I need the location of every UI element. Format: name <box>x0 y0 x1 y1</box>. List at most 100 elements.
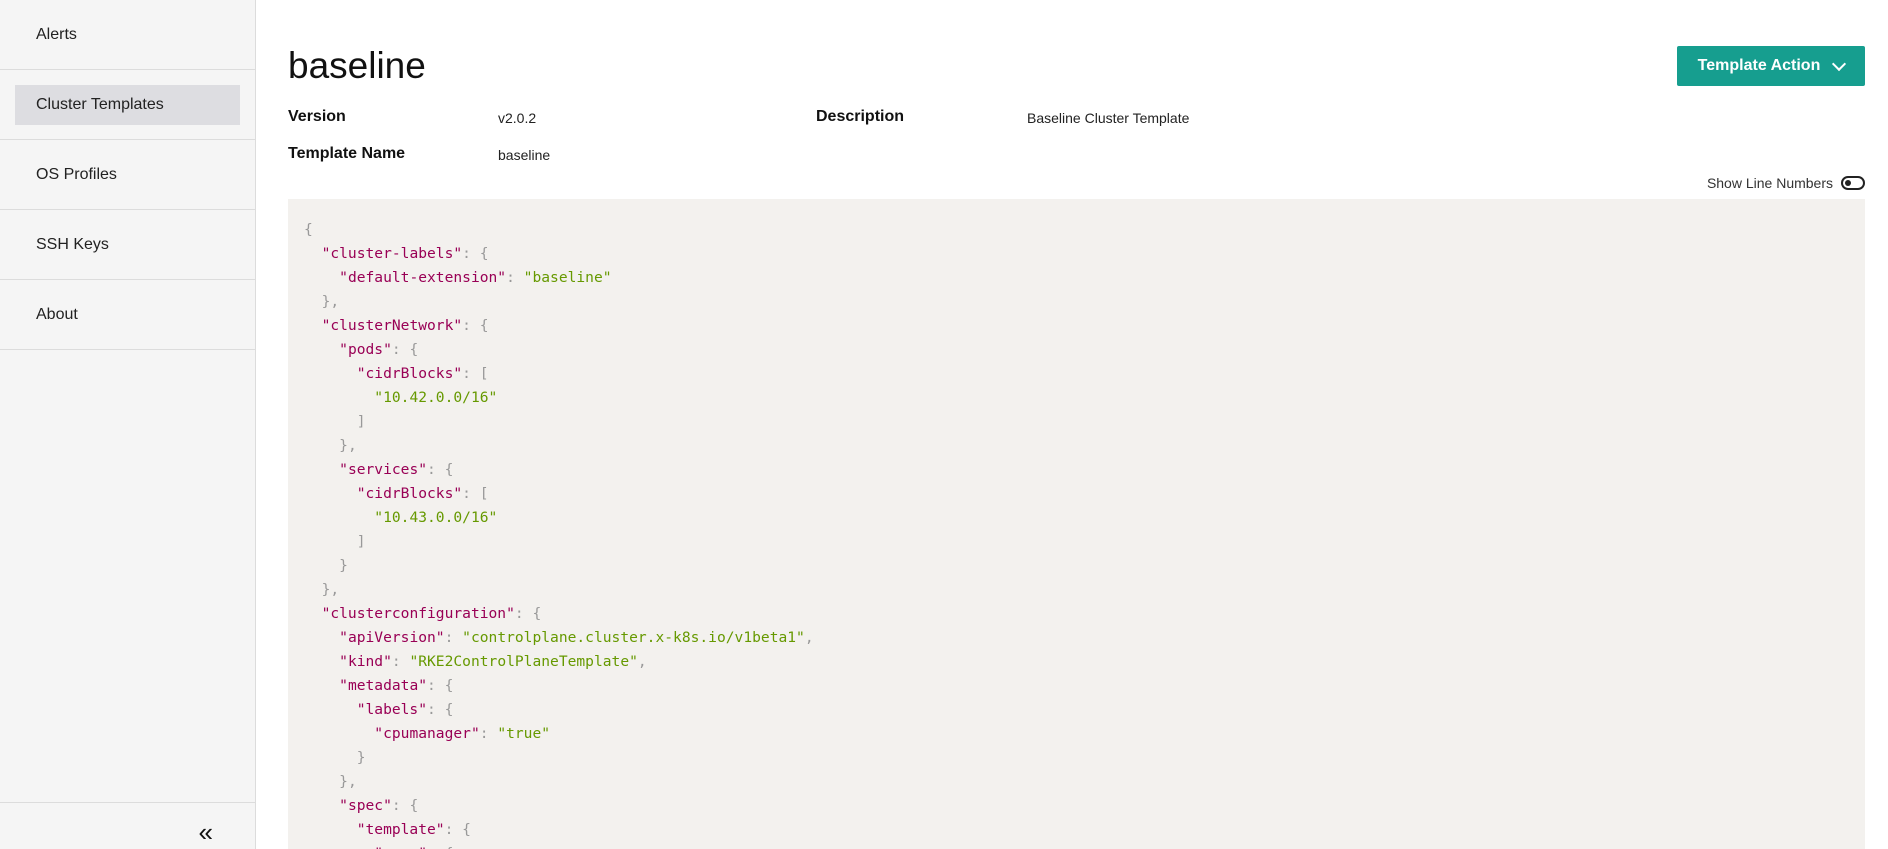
code-punct: : { <box>391 341 419 358</box>
code-punct: : <box>479 725 498 742</box>
code-line: }, <box>304 434 1865 458</box>
code-line: }, <box>304 770 1865 794</box>
code-key: "spec" <box>339 797 392 814</box>
code-line: "spec": { <box>304 794 1865 818</box>
code-punct <box>304 605 322 622</box>
sidebar-item-label: SSH Keys <box>36 235 109 253</box>
collapse-sidebar-icon[interactable]: « <box>199 819 213 845</box>
code-string: "10.43.0.0/16" <box>374 509 498 526</box>
code-punct: : <box>391 653 410 670</box>
sidebar: Alerts Cluster Templates OS Profiles SSH… <box>0 0 256 849</box>
code-key: "spec" <box>374 845 427 849</box>
page-title: baseline <box>288 45 426 86</box>
code-string: "10.42.0.0/16" <box>374 389 498 406</box>
sidebar-item-label: Alerts <box>36 25 77 43</box>
code-line: "pods": { <box>304 338 1865 362</box>
main-content: baseline Template Action Version v2.0.2 … <box>288 0 1865 849</box>
sidebar-footer: « <box>0 802 255 849</box>
code-punct <box>304 317 322 334</box>
code-key: "pods" <box>339 341 392 358</box>
code-punct: }, <box>339 773 357 790</box>
code-punct: : { <box>514 605 542 622</box>
code-punct: } <box>339 557 348 574</box>
sidebar-item-cluster-templates[interactable]: Cluster Templates <box>0 70 255 140</box>
code-punct: : [ <box>462 365 489 382</box>
code-key: "cpumanager" <box>374 725 480 742</box>
code-line: "10.43.0.0/16" <box>304 506 1865 530</box>
code-string: "controlplane.cluster.x-k8s.io/v1beta1" <box>462 629 805 646</box>
description-label: Description <box>816 108 905 125</box>
code-line: "cpumanager": "true" <box>304 722 1865 746</box>
code-punct: : { <box>427 461 454 478</box>
code-key: "labels" <box>356 701 428 718</box>
code-line: "services": { <box>304 458 1865 482</box>
sidebar-item-os-profiles[interactable]: OS Profiles <box>0 140 255 210</box>
code-key: "cluster-labels" <box>321 245 463 262</box>
code-punct: ] <box>356 413 366 430</box>
sidebar-item-about[interactable]: About <box>0 280 255 350</box>
template-name-value: baseline <box>498 147 551 163</box>
code-punct: : <box>444 629 463 646</box>
template-name-label: Template Name <box>288 145 406 162</box>
code-line: "spec": { <box>304 842 1865 849</box>
sidebar-item-ssh-keys[interactable]: SSH Keys <box>0 210 255 280</box>
code-punct <box>304 749 357 766</box>
code-content: { "cluster-labels": { "default-extension… <box>288 199 1865 849</box>
code-punct <box>304 365 357 382</box>
code-line: ] <box>304 530 1865 554</box>
code-string: "true" <box>497 725 551 742</box>
code-line: "cluster-labels": { <box>304 242 1865 266</box>
code-line: "cidrBlocks": [ <box>304 362 1865 386</box>
code-line: }, <box>304 290 1865 314</box>
show-line-numbers-toggle[interactable] <box>1841 176 1865 190</box>
code-punct <box>304 821 357 838</box>
code-line: "default-extension": "baseline" <box>304 266 1865 290</box>
code-key: "template" <box>356 821 445 838</box>
code-punct <box>304 245 322 262</box>
code-punct <box>304 845 374 849</box>
code-punct <box>304 269 339 286</box>
description-value: Baseline Cluster Template <box>1027 110 1190 126</box>
code-punct: { <box>304 221 313 238</box>
code-punct: : { <box>462 317 489 334</box>
code-punct: : { <box>427 677 454 694</box>
code-punct: : { <box>391 797 419 814</box>
code-punct <box>304 341 339 358</box>
code-line: "10.42.0.0/16" <box>304 386 1865 410</box>
code-punct <box>304 653 339 670</box>
code-viewer[interactable]: { "cluster-labels": { "default-extension… <box>288 199 1865 849</box>
code-punct: }, <box>339 437 357 454</box>
code-line: } <box>304 554 1865 578</box>
code-punct: }, <box>321 293 340 310</box>
code-punct: , <box>804 629 814 646</box>
code-line: "metadata": { <box>304 674 1865 698</box>
code-punct <box>304 677 339 694</box>
sidebar-item-label: About <box>36 305 78 323</box>
code-punct: : { <box>427 701 454 718</box>
code-string: "RKE2ControlPlaneTemplate" <box>409 653 638 670</box>
code-punct <box>304 389 374 406</box>
version-value: v2.0.2 <box>498 110 537 126</box>
code-line: "apiVersion": "controlplane.cluster.x-k8… <box>304 626 1865 650</box>
show-line-numbers-control: Show Line Numbers <box>1707 175 1865 191</box>
code-punct <box>304 797 339 814</box>
code-line: }, <box>304 578 1865 602</box>
code-punct: : <box>506 269 524 286</box>
code-line: "clusterNetwork": { <box>304 314 1865 338</box>
code-line: "template": { <box>304 818 1865 842</box>
code-punct <box>304 413 357 430</box>
code-punct: ] <box>356 533 366 550</box>
code-line: "cidrBlocks": [ <box>304 482 1865 506</box>
code-key: "metadata" <box>339 677 428 694</box>
code-line: ] <box>304 410 1865 434</box>
code-key: "clusterconfiguration" <box>321 605 515 622</box>
code-string: "baseline" <box>523 269 612 286</box>
code-punct <box>304 773 339 790</box>
sidebar-item-label: OS Profiles <box>36 165 117 183</box>
template-action-button[interactable]: Template Action <box>1677 46 1865 86</box>
code-punct <box>304 557 339 574</box>
sidebar-item-alerts[interactable]: Alerts <box>0 0 255 70</box>
code-key: "apiVersion" <box>339 629 445 646</box>
sidebar-item-label: Cluster Templates <box>15 84 240 125</box>
code-key: "default-extension" <box>339 269 507 286</box>
